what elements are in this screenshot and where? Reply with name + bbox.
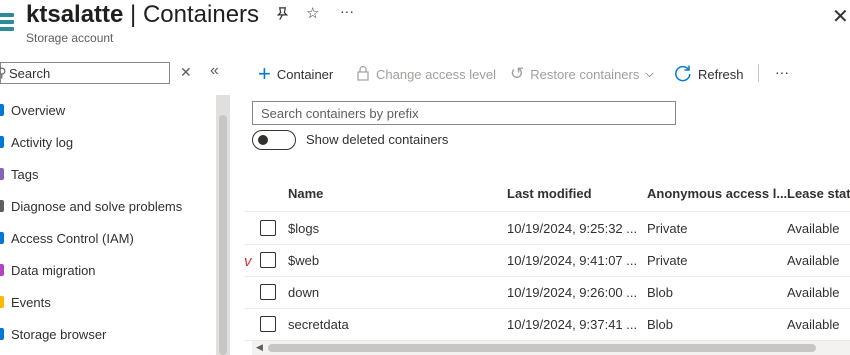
prefix-search-box[interactable] — [252, 101, 676, 125]
migration-icon — [0, 264, 4, 276]
sidebar-item-events[interactable]: Events — [0, 286, 214, 318]
change-access-label: Change access level — [376, 66, 496, 82]
wrench-icon — [0, 200, 4, 212]
page-subtitle: Storage account — [26, 31, 114, 45]
row-checkbox[interactable] — [260, 284, 276, 300]
row-checkbox[interactable] — [260, 220, 276, 236]
overview-icon — [0, 104, 4, 116]
add-container-button[interactable]: + Container — [258, 61, 334, 86]
sidebar-search-input[interactable] — [9, 64, 164, 82]
toolbar-more-icon[interactable]: ··· — [775, 62, 789, 82]
sidebar-item-label: Data migration — [11, 262, 96, 278]
toggle-knob — [258, 135, 268, 145]
table-row[interactable]: down 10/19/2024, 9:26:00 ... Blob Availa… — [244, 276, 850, 309]
sidebar-item-label: Overview — [11, 102, 66, 118]
close-icon[interactable]: ✕ — [832, 4, 849, 29]
sidebar-search-box[interactable]: ⚲ — [0, 62, 170, 84]
refresh-label: Refresh — [698, 66, 744, 82]
access-level-cell: Private — [647, 221, 688, 236]
lightning-icon — [0, 296, 4, 308]
sidebar-item-iam[interactable]: Access Control (IAM) — [0, 222, 214, 254]
blade-title: Containers — [142, 1, 260, 28]
more-icon[interactable]: ··· — [340, 3, 354, 19]
column-header-name[interactable]: Name — [288, 186, 323, 201]
star-icon[interactable]: ☆ — [306, 4, 319, 22]
scroll-left-icon[interactable]: ◀ — [256, 342, 263, 353]
show-deleted-toggle[interactable] — [252, 130, 296, 150]
container-name-link[interactable]: secretdata — [288, 317, 349, 332]
tag-icon — [0, 168, 4, 180]
show-deleted-label: Show deleted containers — [306, 132, 449, 147]
sidebar-item-label: Access Control (IAM) — [11, 230, 134, 246]
restore-containers-button[interactable]: ↺ Restore containers ⌵ — [510, 64, 654, 84]
lock-icon — [356, 65, 370, 84]
sidebar-item-activity-log[interactable]: Activity log — [0, 126, 214, 158]
clear-search-icon[interactable]: ✕ — [180, 64, 192, 81]
collapse-menu-icon[interactable]: « — [210, 62, 219, 80]
title-separator: | — [123, 1, 143, 28]
column-header-last-modified[interactable]: Last modified — [507, 186, 592, 201]
sidebar-item-diagnose[interactable]: Diagnose and solve problems — [0, 190, 214, 222]
horizontal-scrollbar-thumb[interactable] — [268, 344, 816, 352]
last-modified-cell: 10/19/2024, 9:25:32 ... — [507, 221, 638, 236]
sidebar-item-label: Events — [11, 294, 51, 310]
sidebar-scrollbar-thumb[interactable] — [219, 115, 227, 355]
lease-state-cell: Available — [787, 285, 840, 300]
sidebar-item-label: Storage browser — [11, 326, 107, 342]
toolbar-divider — [758, 64, 759, 82]
activity-log-icon — [0, 136, 4, 148]
table-row[interactable]: $logs 10/19/2024, 9:25:32 ... Private Av… — [244, 212, 850, 245]
last-modified-cell: 10/19/2024, 9:41:07 ... — [507, 253, 638, 268]
access-level-cell: Private — [647, 253, 688, 268]
restore-label: Restore containers — [530, 66, 640, 82]
lease-state-cell: Available — [787, 221, 840, 236]
access-level-cell: Blob — [647, 317, 674, 332]
check-annotation-mark: v — [244, 253, 252, 270]
pin-icon[interactable] — [275, 6, 290, 25]
chevron-down-icon: ⌵ — [645, 67, 654, 80]
sidebar-item-storage-browser[interactable]: Storage browser — [0, 318, 214, 350]
column-header-anonymous-access[interactable]: Anonymous access l... — [647, 186, 787, 201]
sidebar-item-tags[interactable]: Tags — [0, 158, 214, 190]
container-name-link[interactable]: $web — [288, 253, 319, 268]
sidebar-item-label: Tags — [11, 166, 39, 182]
resource-name: ktsalatte — [26, 1, 124, 28]
sidebar-item-overview[interactable]: Overview — [0, 94, 214, 126]
plus-icon: + — [258, 61, 271, 86]
storage-account-icon — [0, 13, 14, 35]
last-modified-cell: 10/19/2024, 9:26:00 ... — [507, 285, 638, 300]
page-title: ktsalatte | Containers — [26, 1, 259, 29]
access-level-cell: Blob — [647, 285, 674, 300]
undo-icon: ↺ — [510, 64, 525, 83]
column-header-lease-state[interactable]: Lease state — [787, 186, 850, 201]
row-checkbox[interactable] — [260, 252, 276, 268]
row-checkbox[interactable] — [260, 316, 276, 332]
table-row[interactable]: secretdata 10/19/2024, 9:37:41 ... Blob … — [244, 308, 850, 341]
last-modified-cell: 10/19/2024, 9:37:41 ... — [507, 317, 638, 332]
change-access-level-button[interactable]: Change access level — [356, 64, 496, 84]
table-row[interactable]: $web 10/19/2024, 9:41:07 ... Private Ava… — [244, 244, 850, 277]
sidebar-scrollbar[interactable] — [216, 95, 230, 355]
refresh-icon — [674, 64, 692, 85]
container-name-link[interactable]: $logs — [288, 221, 319, 236]
sidebar-item-label: Diagnose and solve problems — [11, 198, 183, 214]
lease-state-cell: Available — [787, 253, 840, 268]
sidebar-item-label: Activity log — [11, 134, 74, 150]
storage-browser-icon — [0, 328, 4, 340]
refresh-button[interactable]: Refresh — [674, 64, 744, 84]
search-icon: ⚲ — [0, 65, 7, 80]
lease-state-cell: Available — [787, 317, 840, 332]
people-icon — [0, 232, 4, 244]
prefix-search-input[interactable] — [261, 105, 666, 121]
add-container-label: Container — [276, 66, 334, 82]
sidebar-item-data-migration[interactable]: Data migration — [0, 254, 214, 286]
table-horizontal-scrollbar[interactable]: ◀ — [252, 341, 850, 355]
container-name-link[interactable]: down — [288, 285, 319, 300]
